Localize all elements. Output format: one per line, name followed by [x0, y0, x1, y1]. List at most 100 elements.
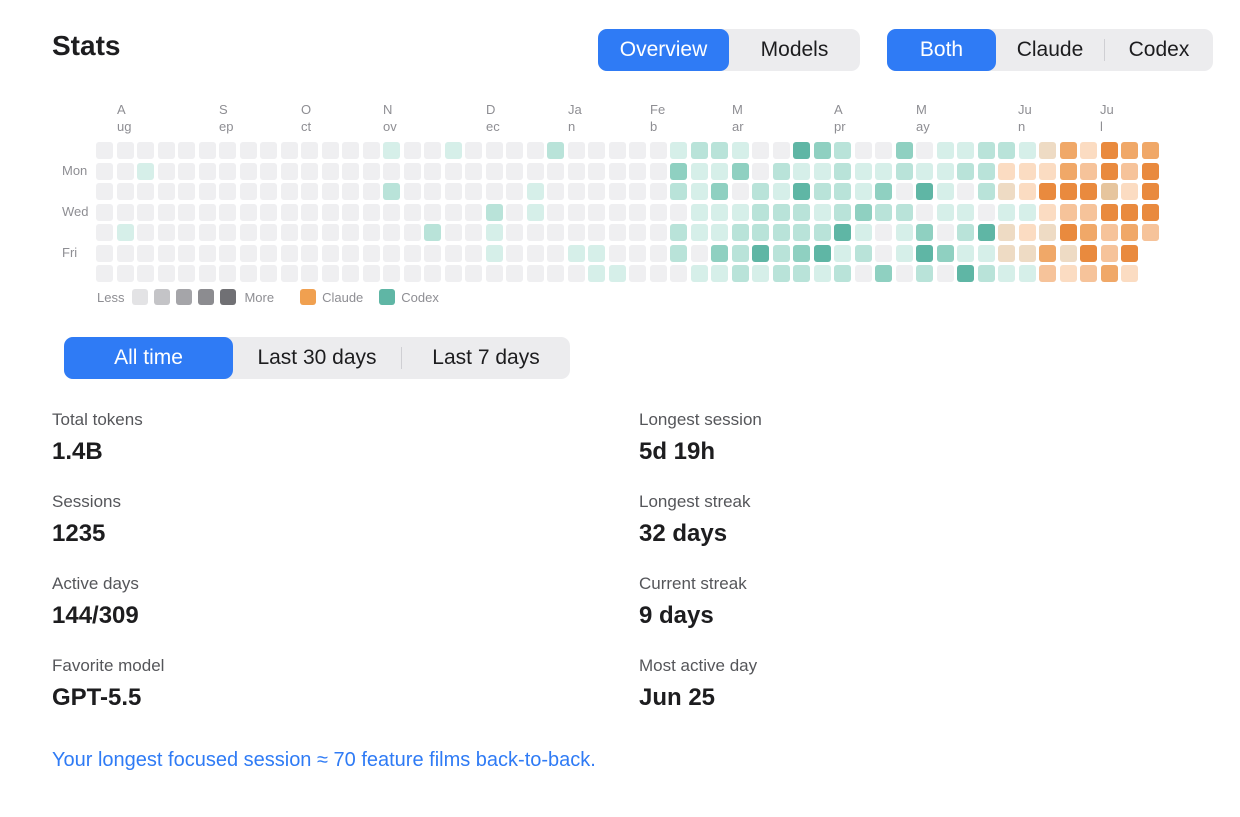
heatmap-cell — [998, 162, 1015, 180]
legend-swatch — [198, 289, 215, 305]
heatmap-cell — [137, 203, 154, 221]
heatmap-cell — [506, 142, 523, 159]
heatmap-cell — [752, 203, 769, 221]
heatmap-cell — [895, 265, 913, 282]
heatmap-cell — [772, 244, 790, 262]
heatmap-cell — [957, 265, 974, 282]
heatmap-cell — [670, 203, 687, 221]
heatmap-cell — [116, 265, 134, 282]
legend-swatch — [132, 289, 149, 305]
stat-label: Sessions — [52, 492, 121, 511]
heatmap-cell — [793, 224, 810, 241]
heatmap-cell — [444, 244, 462, 262]
source-both-button[interactable]: Both — [887, 29, 996, 71]
heatmap-cell — [731, 244, 749, 262]
month-label: A pr — [834, 102, 846, 134]
heatmap-cell — [690, 244, 708, 262]
heatmap-cell — [1121, 244, 1138, 262]
heatmap-cell — [383, 203, 400, 221]
heatmap-cell — [178, 265, 195, 282]
heatmap-cell — [280, 183, 298, 200]
heatmap-legend: Less More Claude Codex — [97, 289, 447, 305]
heatmap-cell — [383, 142, 400, 159]
tab-models[interactable]: Models — [729, 29, 860, 71]
stat-most-active-day: Most active day Jun 25 — [639, 656, 757, 712]
heatmap-cell — [342, 265, 359, 282]
day-label-fri: Fri — [62, 245, 78, 260]
heatmap-cell — [526, 224, 544, 241]
source-claude-button[interactable]: Claude — [996, 29, 1104, 71]
heatmap-cell — [567, 203, 585, 221]
heatmap-cell — [1039, 203, 1056, 221]
heatmap-cell — [219, 224, 236, 241]
month-label: Ja n — [568, 102, 582, 134]
heatmap-cell — [157, 224, 175, 241]
heatmap-cell — [485, 203, 503, 221]
heatmap-cell — [1121, 162, 1138, 180]
heatmap-cell — [608, 183, 626, 200]
heatmap-cell — [916, 224, 933, 241]
heatmap-cell — [752, 183, 769, 200]
range-last-7-days-button[interactable]: Last 7 days — [402, 337, 570, 379]
heatmap-cell — [977, 162, 995, 180]
heatmap-cell — [260, 265, 277, 282]
month-label: D ec — [486, 102, 500, 134]
heatmap-cell — [465, 162, 482, 180]
heatmap-cell — [137, 244, 154, 262]
heatmap-cell — [1080, 142, 1097, 159]
fun-fact-text: Your longest focused session ≈ 70 featur… — [52, 749, 596, 771]
source-codex-button[interactable]: Codex — [1105, 29, 1213, 71]
heatmap-cell — [321, 162, 339, 180]
range-last-30-days-button[interactable]: Last 30 days — [233, 337, 401, 379]
heatmap-cell — [977, 224, 995, 241]
heatmap-cell — [198, 142, 216, 159]
heatmap-cell — [834, 224, 851, 241]
source-toggle: Both Claude Codex — [887, 29, 1213, 71]
heatmap-cell — [301, 224, 318, 241]
heatmap-cell — [301, 162, 318, 180]
heatmap-cell — [219, 162, 236, 180]
heatmap-cell — [998, 142, 1015, 159]
heatmap-cell — [1080, 162, 1097, 180]
heatmap-cell — [547, 265, 564, 282]
heatmap-cell — [116, 183, 134, 200]
heatmap-cell — [608, 224, 626, 241]
heatmap-cell — [465, 244, 482, 262]
heatmap-cell — [1018, 203, 1036, 221]
heatmap-cell — [362, 265, 380, 282]
heatmap-cell — [854, 183, 872, 200]
heatmap-cell — [588, 244, 605, 262]
heatmap-cell — [588, 203, 605, 221]
heatmap-cell — [854, 162, 872, 180]
heatmap-cell — [1141, 142, 1159, 159]
heatmap-cell — [936, 142, 954, 159]
legend-codex-swatch — [379, 289, 396, 305]
heatmap-cell — [116, 142, 134, 159]
heatmap-cell — [629, 162, 646, 180]
range-all-time-button[interactable]: All time — [64, 337, 233, 379]
heatmap-cell — [219, 244, 236, 262]
month-label: S ep — [219, 102, 234, 134]
heatmap-cell — [403, 244, 421, 262]
heatmap-cell — [670, 183, 687, 200]
heatmap-cell — [1080, 265, 1097, 282]
heatmap-cell — [895, 224, 913, 241]
heatmap-cell — [260, 162, 277, 180]
heatmap-cell — [157, 265, 175, 282]
heatmap-cell — [485, 265, 503, 282]
heatmap-cell — [321, 224, 339, 241]
heatmap-cell — [219, 265, 236, 282]
heatmap-cell — [362, 183, 380, 200]
heatmap-cell — [342, 203, 359, 221]
heatmap-cell — [547, 162, 564, 180]
heatmap-cell — [444, 142, 462, 159]
heatmap-cell — [1141, 162, 1159, 180]
heatmap-cell — [383, 244, 400, 262]
heatmap-cell — [1100, 162, 1118, 180]
heatmap-cell — [342, 183, 359, 200]
heatmap-cell — [137, 183, 154, 200]
tab-overview[interactable]: Overview — [598, 29, 729, 71]
heatmap-cell — [998, 203, 1015, 221]
heatmap-cell — [465, 203, 482, 221]
heatmap-cell — [383, 183, 400, 200]
